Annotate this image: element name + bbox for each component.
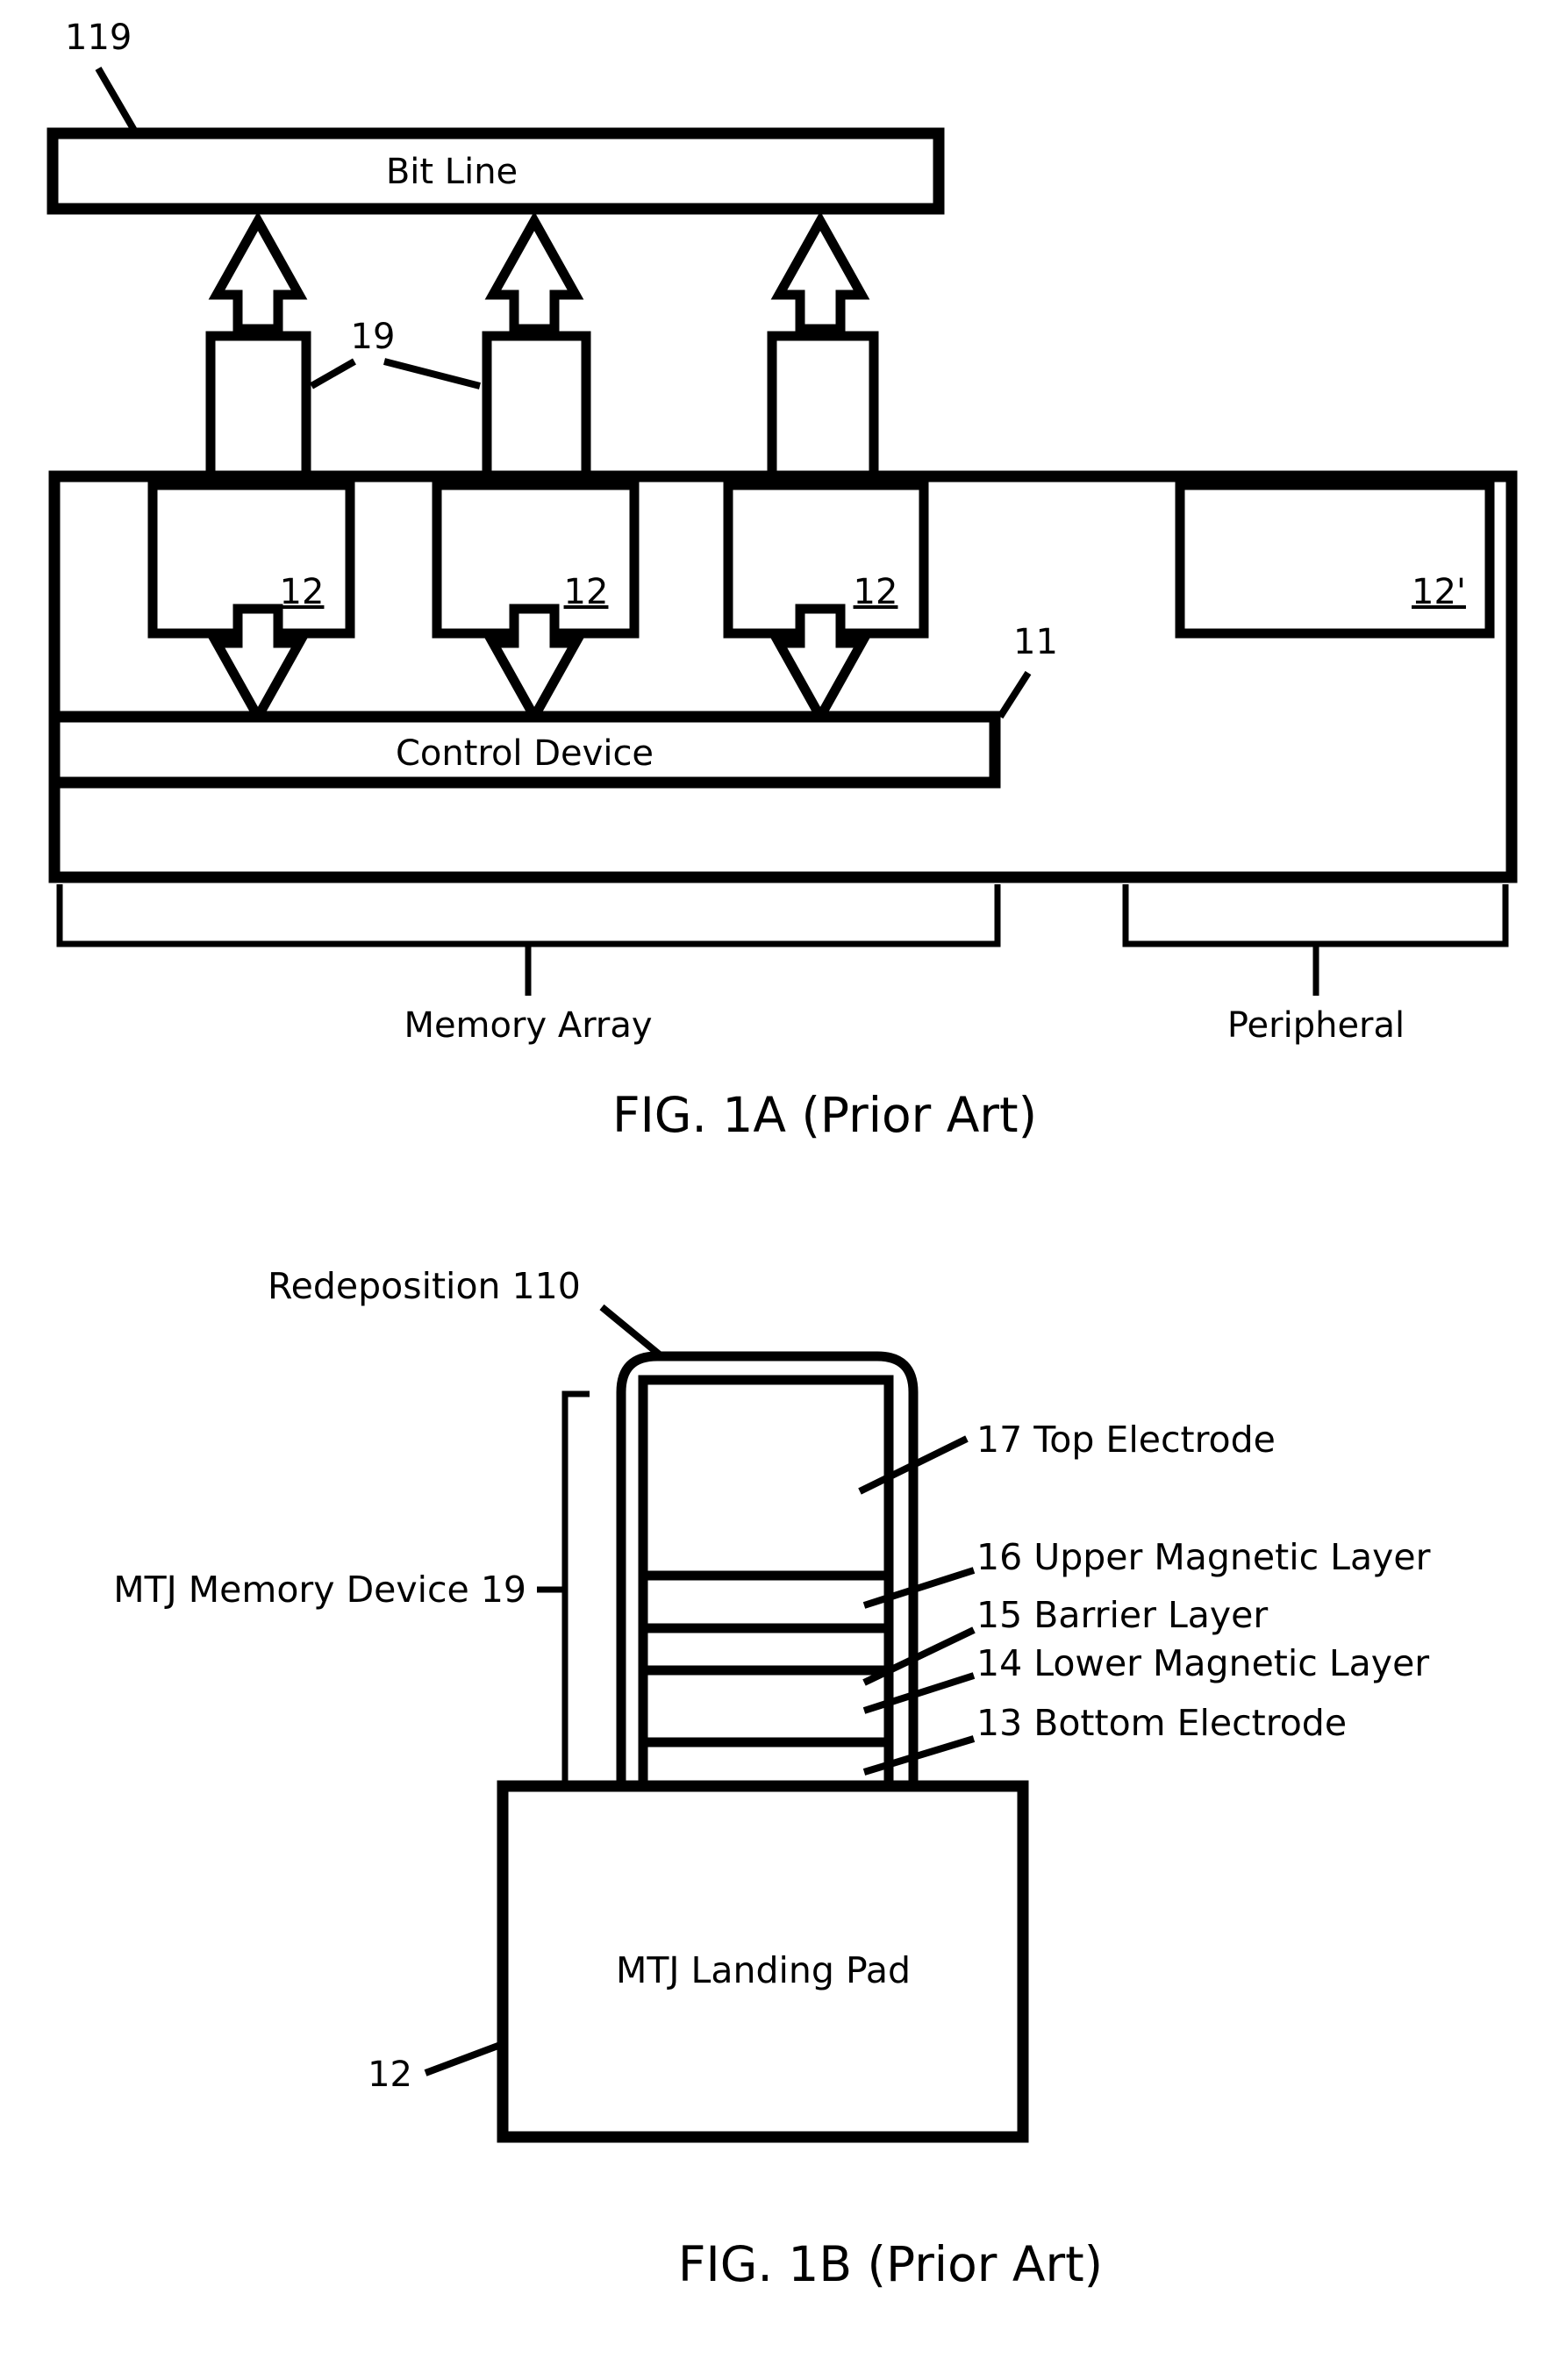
- mtj-pillar-3: [767, 331, 879, 486]
- ref-119-leader: [95, 66, 139, 136]
- peripheral-pad-ref: 12': [1412, 572, 1466, 612]
- landing-pad-ref-3: 12: [854, 572, 898, 612]
- callout-15-barrier-layer: 15 Barrier Layer: [976, 1594, 1268, 1636]
- memory-array-bracket: [56, 884, 1001, 947]
- ref-119-label: 119: [65, 18, 132, 58]
- mtj-landing-pad-label: MTJ Landing Pad: [616, 1949, 911, 1991]
- mtj-device-bracket-label: MTJ Memory Device 19: [113, 1569, 526, 1611]
- mtj-pillar-1: [205, 331, 311, 486]
- up-arrow-icon-2: [484, 211, 584, 334]
- redeposition-label: Redeposition 110: [268, 1265, 581, 1307]
- callout-16-upper-magnetic-layer: 16 Upper Magnetic Layer: [976, 1536, 1431, 1578]
- redeposition-leader: [599, 1304, 664, 1360]
- mtj-stack-outline: [638, 1375, 894, 1791]
- callout-17-top-electrode: 17 Top Electrode: [976, 1419, 1276, 1461]
- peripheral-bracket: [1122, 884, 1509, 947]
- mtj-device-bracket: [561, 1390, 590, 1788]
- callout-14-lower-magnetic-layer: 14 Lower Magnetic Layer: [976, 1642, 1429, 1684]
- figure-1a-caption: FIG. 1A (Prior Art): [612, 1087, 1037, 1143]
- ref-19-leader-right: [383, 358, 481, 390]
- ref-19-leader-left: [310, 358, 356, 390]
- peripheral-label: Peripheral: [1227, 1005, 1405, 1046]
- landing-pad-ref-2: 12: [564, 572, 609, 612]
- callout-13-bottom-electrode: 13 Bottom Electrode: [976, 1702, 1347, 1744]
- landing-pad-ref-1: 12: [280, 572, 325, 612]
- figure-1b: Redeposition 110 MTJ Memory Device 19 17…: [113, 1265, 1430, 2292]
- ref-19-label: 19: [351, 317, 396, 357]
- figure-canvas: 119 Bit Line 19 12 12 12 12' Control Dev…: [46, 18, 1518, 2292]
- control-device-label: Control Device: [396, 733, 654, 774]
- bit-line-label: Bit Line: [386, 152, 518, 192]
- ref-12-leader: [424, 2041, 504, 2076]
- ref-11-label: 11: [1013, 622, 1058, 662]
- figure-1a: 119 Bit Line 19 12 12 12 12' Control Dev…: [46, 18, 1518, 1143]
- up-arrow-icon-3: [770, 211, 870, 334]
- memory-array-label: Memory Array: [404, 1005, 652, 1046]
- up-arrow-icon-1: [208, 211, 308, 334]
- mtj-landing-pad-ref: 12: [368, 2055, 412, 2095]
- patent-drawing-sheet: 119 Bit Line 19 12 12 12 12' Control Dev…: [0, 0, 1566, 2380]
- figure-1b-caption: FIG. 1B (Prior Art): [678, 2236, 1103, 2292]
- mtj-pillar-2: [482, 331, 591, 486]
